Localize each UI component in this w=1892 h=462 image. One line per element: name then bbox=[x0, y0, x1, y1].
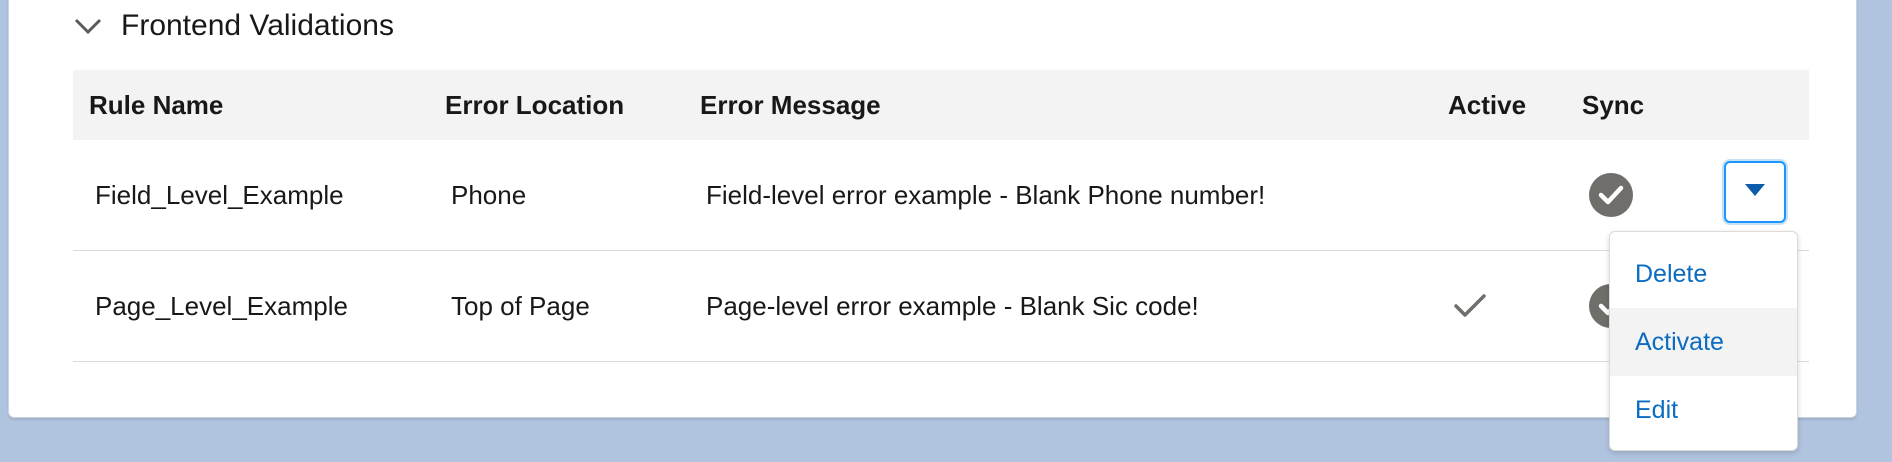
check-circle-icon bbox=[1589, 173, 1633, 217]
table-row: Field_Level_Example Phone Field-level er… bbox=[73, 140, 1809, 251]
caret-down-icon bbox=[1744, 183, 1766, 202]
chevron-down-icon[interactable] bbox=[73, 11, 103, 41]
cell-rule-name: Field_Level_Example bbox=[95, 180, 344, 210]
table-row: Page_Level_Example Top of Page Page-leve… bbox=[73, 251, 1809, 362]
cell-error-location: Top of Page bbox=[451, 291, 590, 321]
menu-item-activate[interactable]: Activate bbox=[1610, 308, 1797, 376]
menu-item-delete[interactable]: Delete bbox=[1610, 240, 1797, 308]
menu-item-edit[interactable]: Edit bbox=[1610, 376, 1797, 444]
column-header-sync: Sync bbox=[1582, 90, 1645, 120]
validations-card: Frontend Validations Rule Name Error Loc… bbox=[8, 0, 1857, 418]
column-header-error-message: Error Message bbox=[700, 90, 881, 120]
validations-table: Rule Name Error Location Error Message A… bbox=[73, 70, 1809, 362]
row-actions-dropdown-button[interactable] bbox=[1724, 161, 1786, 223]
column-header-rule-name: Rule Name bbox=[89, 90, 224, 120]
cell-error-location: Phone bbox=[451, 180, 527, 210]
cell-error-message: Field-level error example - Blank Phone … bbox=[706, 180, 1266, 210]
cell-rule-name: Page_Level_Example bbox=[95, 291, 348, 321]
column-header-active: Active bbox=[1448, 90, 1527, 120]
column-header-error-location: Error Location bbox=[445, 90, 625, 120]
cell-error-message: Page-level error example - Blank Sic cod… bbox=[706, 291, 1199, 321]
table-header: Rule Name Error Location Error Message A… bbox=[73, 70, 1809, 140]
check-icon bbox=[1453, 289, 1487, 323]
section-title: Frontend Validations bbox=[121, 9, 394, 42]
section-header-frontend-validations[interactable]: Frontend Validations bbox=[73, 1, 394, 51]
row-actions-menu: Delete Activate Edit bbox=[1609, 231, 1798, 451]
